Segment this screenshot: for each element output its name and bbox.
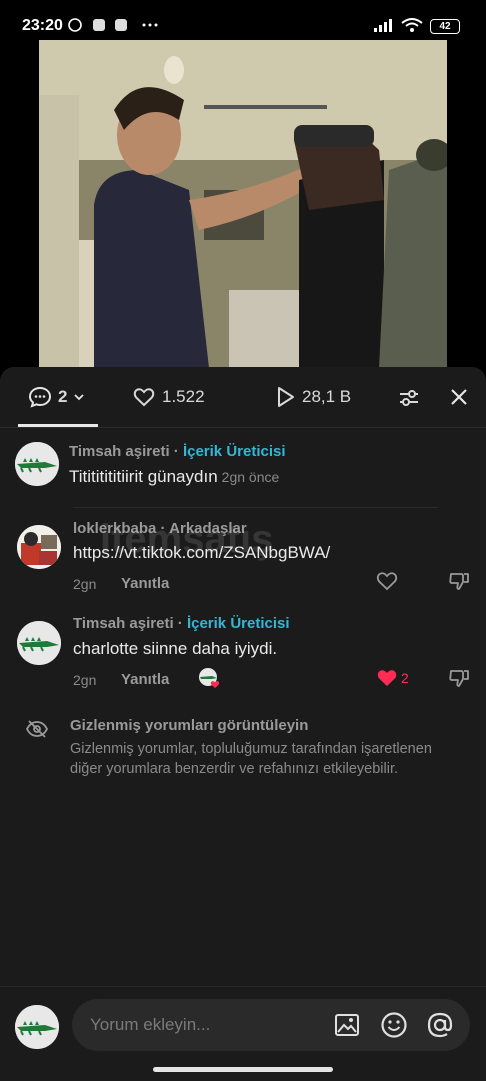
likes-count: 1.522 xyxy=(162,387,205,406)
emoji-icon[interactable] xyxy=(380,1011,408,1039)
crocodile-avatar-image xyxy=(17,621,61,665)
wifi-icon xyxy=(401,18,423,32)
comment-like-count: 2 xyxy=(401,670,409,686)
status-time: 23:20 xyxy=(22,17,63,34)
comments-panel: 2 1.522 28,1 B Timsah aşireti · İçerik Ü… xyxy=(0,367,486,1080)
view-hidden-comments-link[interactable]: Gizlenmiş yorumları görüntüleyin xyxy=(70,717,308,734)
avatar[interactable] xyxy=(17,525,61,569)
avatar[interactable] xyxy=(15,442,59,486)
heart-icon xyxy=(133,388,155,407)
comment-input-placeholder: Yorum ekleyin... xyxy=(90,1015,211,1034)
tab-views[interactable]: 28,1 B xyxy=(274,385,351,409)
comment-author-line: Timsah aşireti · İçerik Üreticisi xyxy=(69,443,286,460)
eye-off-icon[interactable] xyxy=(25,717,49,741)
app-notification-icon xyxy=(115,19,127,31)
comment-bubble-icon xyxy=(28,386,52,408)
my-avatar xyxy=(15,1005,59,1049)
image-icon[interactable] xyxy=(334,1012,360,1038)
status-bar: 23:20 42 xyxy=(0,0,486,40)
battery-icon: 42 xyxy=(430,19,460,34)
crocodile-avatar-image xyxy=(15,442,59,486)
active-tab-indicator xyxy=(18,424,98,427)
more-notifications-icon xyxy=(142,23,158,27)
chevron-down-icon xyxy=(74,394,85,401)
close-icon[interactable] xyxy=(449,387,469,407)
separator: · xyxy=(156,520,170,537)
separator: · xyxy=(169,443,183,460)
comments-count: 2 xyxy=(58,387,68,406)
comment-text[interactable]: https://vt.tiktok.com/ZSANbgBWA/ xyxy=(73,543,330,563)
comment-author-line: loklerkbaba · Arkadaşlar xyxy=(73,520,247,537)
friends-badge: Arkadaşlar xyxy=(169,520,247,537)
heart-icon[interactable] xyxy=(375,569,399,593)
creator-badge: İçerik Üreticisi xyxy=(186,615,290,632)
video-preview[interactable] xyxy=(39,40,447,368)
signal-icon xyxy=(374,19,392,32)
liked-heart-icon[interactable] xyxy=(375,666,399,688)
creator-liked-avatar-icon xyxy=(199,668,220,688)
comment-input[interactable]: Yorum ekleyin... xyxy=(72,999,470,1051)
comment-author[interactable]: loklerkbaba xyxy=(73,520,156,537)
video-frame-image xyxy=(39,40,447,368)
crocodile-avatar-image xyxy=(15,1005,59,1049)
whatsapp-icon xyxy=(68,18,82,32)
tab-likes[interactable]: 1.522 xyxy=(132,385,205,409)
separator: · xyxy=(173,615,187,632)
comment-text-line: Titititititiirit günaydın 2gn önce xyxy=(69,467,279,487)
comment-time: 2gn önce xyxy=(221,469,280,485)
creator-badge: İçerik Üreticisi xyxy=(182,443,286,460)
comment-composer: Yorum ekleyin... xyxy=(0,986,486,1081)
dislike-icon[interactable] xyxy=(447,569,471,593)
dislike-icon[interactable] xyxy=(447,666,471,690)
avatar[interactable] xyxy=(17,621,61,665)
divider xyxy=(73,507,438,508)
comment-time: 2gn xyxy=(73,576,97,592)
battery-level: 42 xyxy=(439,21,451,32)
hidden-comments-description: Gizlenmiş yorumlar, topluluğumuz tarafın… xyxy=(70,741,432,777)
comment-time: 2gn xyxy=(73,672,97,688)
comment-text: Titititititiirit günaydın xyxy=(69,467,218,486)
user-photo-avatar xyxy=(17,525,61,569)
views-count: 28,1 B xyxy=(302,387,352,406)
comments-toolbar: 2 1.522 28,1 B xyxy=(0,367,486,428)
tab-comments[interactable]: 2 xyxy=(28,385,85,409)
comment-author[interactable]: Timsah aşireti xyxy=(69,443,170,460)
app-notification-icon xyxy=(93,19,105,31)
comment-author[interactable]: Timsah aşireti xyxy=(73,615,174,632)
creator-liked-indicator xyxy=(198,667,220,689)
filter-settings-icon[interactable] xyxy=(397,386,421,410)
comment-author-line: Timsah aşireti · İçerik Üreticisi xyxy=(73,615,290,632)
reply-button[interactable]: Yanıtla xyxy=(121,671,169,688)
play-icon xyxy=(278,387,294,407)
comment-text: charlotte siinne daha iyiydi. xyxy=(73,639,278,658)
mention-icon[interactable] xyxy=(426,1011,454,1039)
reply-button[interactable]: Yanıtla xyxy=(121,575,169,592)
home-indicator[interactable] xyxy=(153,1067,333,1072)
